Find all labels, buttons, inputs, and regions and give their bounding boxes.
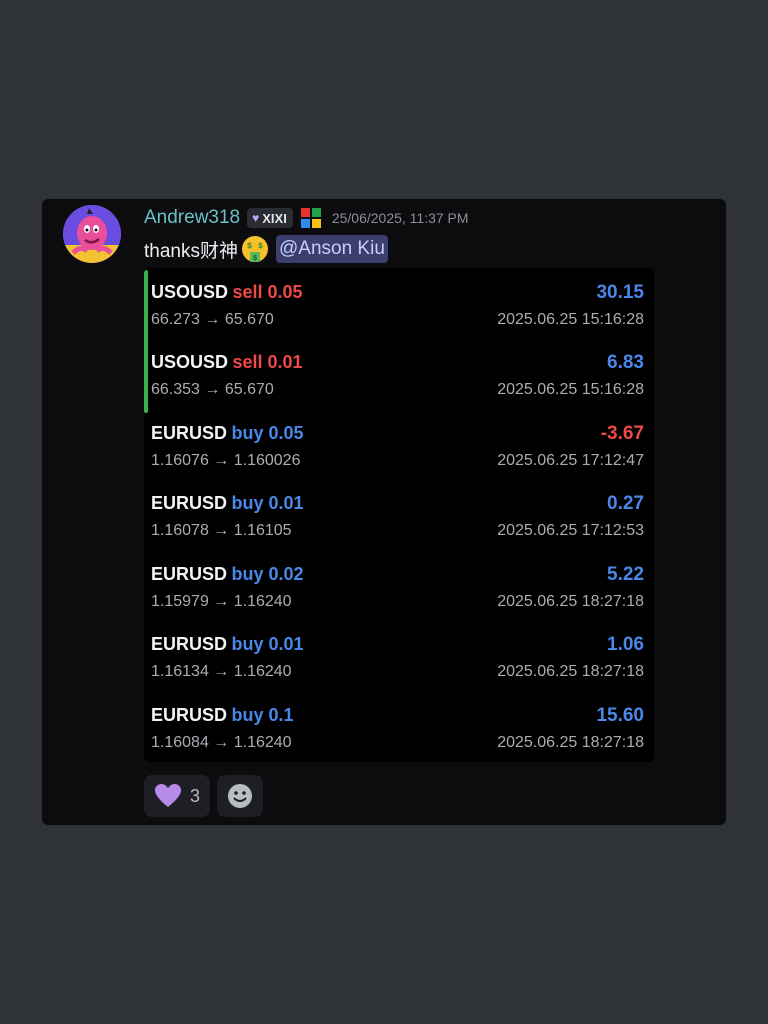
server-tag-label: XIXI (262, 210, 287, 226)
trade-symbol: EURUSD (151, 423, 228, 443)
trade-row: USOUSD sell 0.05 30.15 66.273 → 65.670 202… (151, 270, 647, 330)
trade-row: EURUSD buy 0.1 15.60 1.16084 → 1.16240 202… (151, 693, 647, 753)
svg-text:$: $ (258, 241, 264, 250)
trade-pnl: 15.60 (596, 705, 644, 726)
heart-icon: ♥ (252, 211, 260, 225)
trade-pnl: -3.67 (600, 423, 644, 444)
trade-pnl: 1.06 (607, 634, 644, 655)
trade-prices: 66.273 → 65.670 (151, 311, 274, 328)
timestamp: 25/06/2025, 11:37 PM (331, 210, 469, 226)
trade-pnl: 5.22 (607, 564, 644, 585)
trade-row: EURUSD buy 0.01 1.06 1.16134 → 1.16240 202… (151, 622, 647, 682)
trade-side: buy 0.1 (231, 705, 294, 725)
reaction-count: 3 (190, 785, 201, 806)
trade-pnl: 0.27 (607, 493, 644, 514)
trade-prices: 1.15979 → 1.16240 (151, 593, 292, 610)
trade-prices: 1.16134 → 1.16240 (151, 663, 292, 680)
trade-time: 2025.06.25 18:27:18 (497, 593, 644, 610)
trade-pnl: 6.83 (607, 352, 644, 373)
money-mouth-face-icon: $ $ $ (241, 236, 268, 262)
trade-row: EURUSD buy 0.02 5.22 1.15979 → 1.16240 202… (151, 552, 647, 612)
trade-row: EURUSD buy 0.01 0.27 1.16078 → 1.16105 202… (151, 481, 647, 541)
trade-side: buy 0.01 (231, 634, 304, 654)
trade-symbol: EURUSD (151, 634, 228, 654)
trade-prices: 1.16084 → 1.16240 (151, 734, 292, 751)
trade-side: sell 0.05 (232, 282, 303, 302)
trade-time: 2025.06.25 18:27:18 (497, 734, 644, 751)
trade-prices: 1.16076 → 1.160026 (151, 452, 301, 469)
trade-row: EURUSD buy 0.05 -3.67 1.16076 → 1.160026 2… (151, 411, 647, 471)
trade-time: 2025.06.25 15:16:28 (497, 311, 644, 328)
reaction-purple-heart[interactable]: 3 (144, 775, 211, 817)
trade-side: buy 0.05 (231, 423, 304, 443)
trade-symbol: EURUSD (151, 493, 228, 513)
add-reaction-button[interactable] (217, 775, 264, 817)
trade-symbol: EURUSD (151, 564, 228, 584)
trade-symbol: USOUSD (151, 352, 229, 372)
purple-heart-icon (155, 784, 181, 807)
message-text: thanks财神 (144, 240, 238, 262)
username[interactable]: Andrew318 (144, 207, 240, 229)
server-tag[interactable]: ♥ XIXI (247, 208, 293, 228)
add-reaction-icon (228, 784, 253, 808)
reactions-bar: 3 (144, 775, 264, 817)
trade-side: sell 0.01 (232, 352, 303, 372)
avatar[interactable] (63, 205, 121, 263)
trade-pnl: 30.15 (596, 282, 644, 303)
trade-side: buy 0.01 (231, 493, 304, 513)
trade-prices: 1.16078 → 1.16105 (151, 522, 292, 539)
svg-text:$: $ (247, 241, 253, 250)
trade-side: buy 0.02 (231, 564, 304, 584)
role-icon[interactable] (300, 208, 321, 228)
trade-symbol: EURUSD (151, 705, 228, 725)
trade-time: 2025.06.25 17:12:47 (497, 452, 644, 469)
message-header: Andrew318 ♥ XIXI 25/06/2025, 11:37 PM (144, 205, 469, 231)
highlight-bar (144, 270, 148, 413)
message-content: thanks财神 $ $ $ @Anson Kiu (144, 234, 388, 264)
trade-time: 2025.06.25 17:12:53 (497, 522, 644, 539)
trade-prices: 66.353 → 65.670 (151, 381, 274, 398)
user-mention[interactable]: @Anson Kiu (275, 235, 388, 263)
svg-text:$: $ (253, 254, 258, 262)
trade-symbol: USOUSD (151, 282, 229, 302)
trade-time: 2025.06.25 18:27:18 (497, 663, 644, 680)
trade-time: 2025.06.25 15:16:28 (497, 381, 644, 398)
trade-embed: USOUSD sell 0.05 30.15 66.273 → 65.670 202… (144, 268, 654, 762)
trade-row: USOUSD sell 0.01 6.83 66.353 → 65.670 2025… (151, 340, 647, 400)
